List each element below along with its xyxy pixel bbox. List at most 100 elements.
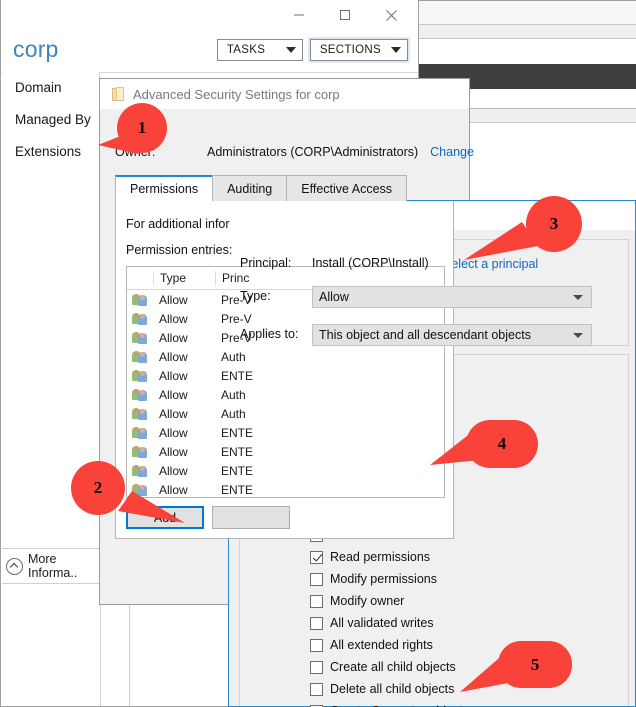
title-bar <box>1 0 418 30</box>
permission-checkbox-item[interactable]: All validated writes <box>310 612 530 634</box>
chevron-down-icon <box>285 47 296 53</box>
callout-3-number: 3 <box>549 214 559 233</box>
permission-label: All extended rights <box>330 638 433 652</box>
table-cell-type: Allow <box>159 387 188 402</box>
window-controls <box>276 0 414 30</box>
principal-value: Install (CORP\Install) <box>312 256 429 270</box>
users-icon <box>127 426 153 439</box>
checkbox-icon[interactable] <box>310 660 323 674</box>
type-value: Allow <box>319 290 349 304</box>
tabs-container: Permissions Auditing Effective Access <box>115 175 456 201</box>
users-icon <box>127 350 153 363</box>
chevron-up-icon <box>6 557 23 575</box>
tab-permissions[interactable]: Permissions <box>115 175 214 201</box>
table-cell-principal: Auth <box>221 387 246 402</box>
permission-label: Create all child objects <box>330 660 456 674</box>
callout-5-number: 5 <box>530 654 540 674</box>
close-icon[interactable] <box>368 0 414 30</box>
permission-label: Modify permissions <box>330 572 437 586</box>
permission-entries-label: Permission entries: <box>126 243 233 257</box>
checkbox-icon[interactable] <box>310 682 323 696</box>
table-cell-type: Allow <box>159 406 188 421</box>
chevron-down-icon <box>573 333 583 338</box>
tab-effective-access[interactable]: Effective Access <box>286 175 408 201</box>
table-cell-principal: ENTE <box>221 425 254 440</box>
table-row[interactable]: Allow ENTE <box>127 423 444 442</box>
callout-4-number: 4 <box>497 434 507 453</box>
users-icon <box>127 312 153 325</box>
minimize-icon[interactable] <box>276 0 322 30</box>
chevron-down-icon <box>573 295 583 300</box>
callout-1: 1 <box>98 100 184 162</box>
table-cell-type: Allow <box>159 425 188 440</box>
sidebar-item-managed-by[interactable]: Managed By <box>2 104 99 136</box>
owner-value: Administrators (CORP\Administrators) <box>207 145 419 159</box>
users-icon <box>127 293 153 306</box>
table-row[interactable]: Allow ENTE <box>127 366 444 385</box>
table-cell-type: Allow <box>159 330 188 345</box>
table-header-type: Type <box>153 271 215 285</box>
principal-label: Principal: <box>240 256 292 270</box>
table-cell-type: Allow <box>159 292 188 307</box>
permission-label: Delete all child objects <box>330 682 455 696</box>
users-icon <box>127 388 153 401</box>
users-icon <box>127 369 153 382</box>
callout-1-number: 1 <box>137 118 147 137</box>
sidebar-item-domain[interactable]: Domain <box>2 72 99 104</box>
tabstrip: Permissions Auditing Effective Access <box>115 175 456 201</box>
table-row[interactable]: Allow Auth <box>127 385 444 404</box>
table-cell-type: Allow <box>159 349 188 364</box>
tab-auditing[interactable]: Auditing <box>212 175 288 201</box>
sections-button-label: SECTIONS <box>319 44 381 56</box>
maximize-icon[interactable] <box>322 0 368 30</box>
table-cell-principal: ENTE <box>221 463 254 478</box>
more-information-label: More Informa.. <box>28 552 78 580</box>
checkbox-icon[interactable] <box>310 616 323 630</box>
permission-label: Read permissions <box>330 550 431 564</box>
applies-to-value: This object and all descendant objects <box>319 328 531 342</box>
checkbox-icon[interactable] <box>310 638 323 652</box>
users-icon <box>127 407 153 420</box>
table-cell-principal: Auth <box>221 406 246 421</box>
table-cell-principal: Auth <box>221 349 246 364</box>
applies-to-combobox[interactable]: This object and all descendant objects <box>312 324 592 346</box>
permission-checkbox-item[interactable]: Read permissions <box>310 546 530 568</box>
sections-button[interactable]: SECTIONS <box>307 37 411 63</box>
applies-to-label: Applies to: <box>240 327 299 341</box>
type-label: Type: <box>240 289 271 303</box>
bg-strip-header <box>419 1 636 25</box>
sidebar-item-extensions[interactable]: Extensions <box>2 136 99 168</box>
table-cell-principal: ENTE <box>221 444 254 459</box>
permission-checkbox-item[interactable]: Modify owner <box>310 590 530 612</box>
type-label-wrap: Type: <box>240 289 312 303</box>
header-buttons: TASKS SECTIONS <box>216 37 411 63</box>
type-combobox[interactable]: Allow <box>312 286 592 308</box>
checkbox-icon[interactable] <box>310 550 323 564</box>
page-header: corp TASKS SECTIONS <box>1 30 418 73</box>
callout-4: 4 <box>430 418 560 480</box>
checkbox-icon[interactable] <box>310 594 323 608</box>
tasks-button-label: TASKS <box>226 44 266 56</box>
table-row[interactable]: Allow Auth <box>127 347 444 366</box>
more-information-bar[interactable]: More Informa.. <box>2 548 100 583</box>
bg-strip-white <box>419 39 636 64</box>
permission-label: All validated writes <box>330 616 434 630</box>
table-cell-type: Allow <box>159 368 188 383</box>
tasks-button[interactable]: TASKS <box>216 39 303 61</box>
callout-2: 2 <box>62 455 187 535</box>
permission-checkbox-item[interactable]: Modify permissions <box>310 568 530 590</box>
callout-3: 3 <box>462 194 592 274</box>
table-row[interactable]: Allow Auth <box>127 404 444 423</box>
applies-to-label-wrap: Applies to: <box>240 327 312 341</box>
callout-5: 5 <box>458 640 588 702</box>
permission-label: Modify owner <box>330 594 405 608</box>
additional-info-text: For additional infor <box>126 217 230 231</box>
table-header-principal: Princ <box>215 271 444 285</box>
chevron-down-icon <box>391 47 401 53</box>
checkbox-icon[interactable] <box>310 572 323 586</box>
table-cell-principal: ENTE <box>221 482 254 497</box>
change-owner-link[interactable]: Change <box>430 145 474 159</box>
secondary-button[interactable] <box>212 506 290 529</box>
page-title: corp <box>13 36 59 62</box>
callout-2-number: 2 <box>93 478 103 497</box>
